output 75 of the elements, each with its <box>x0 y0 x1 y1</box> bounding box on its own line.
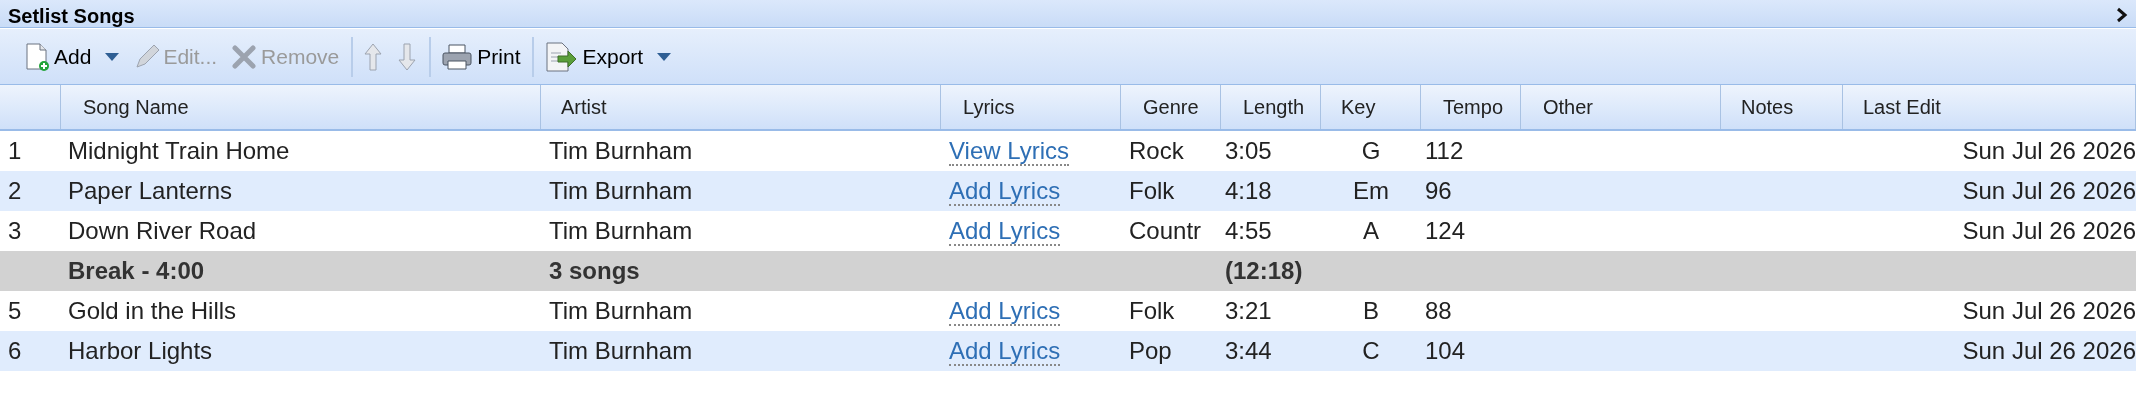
row-number: 6 <box>8 337 22 364</box>
column-header[interactable]: Tempo <box>1421 85 1521 129</box>
arrow-down-icon <box>397 41 418 72</box>
column-header[interactable]: Song Name <box>61 85 541 129</box>
table-cell: 4:55 <box>1225 217 1272 244</box>
table-cell: Folk <box>1129 177 1175 204</box>
printer-icon <box>441 42 474 71</box>
lyrics-link[interactable]: Add Lyrics <box>949 217 1061 246</box>
table-cell: Gold in the Hills <box>68 297 237 324</box>
table-cell: Break - 4:00 <box>68 257 205 284</box>
table-cell: C <box>1362 337 1380 364</box>
table-cell: Down River Road <box>68 217 257 244</box>
table-cell: Tim Burnham <box>549 217 693 244</box>
table-cell: Sun Jul 26 2026 <box>1962 137 2136 164</box>
table-cell: 96 <box>1425 177 1452 204</box>
table-cell: 124 <box>1425 217 1466 244</box>
song-row[interactable]: 2 Paper Lanterns Tim Burnham Add Lyrics Folk 4:18 Em 96 Sun Jul 26 2026 <box>0 171 2136 211</box>
row-number: 1 <box>8 137 22 164</box>
new-document-icon <box>24 41 50 72</box>
lyrics-link[interactable]: Add Lyrics <box>949 337 1061 366</box>
table-cell: Pop <box>1129 337 1172 364</box>
window-title: Setlist Songs <box>8 5 135 27</box>
table-cell: Paper Lanterns <box>68 177 233 204</box>
table-cell: 3 songs <box>549 257 640 284</box>
table-cell: Tim Burnham <box>549 177 693 204</box>
break-row[interactable]: Break - 4:00 3 songs (12:18) <box>0 251 2136 291</box>
table-cell: Harbor Lights <box>68 337 213 364</box>
pencil-icon <box>133 42 160 71</box>
table-cell: 3:21 <box>1225 297 1272 324</box>
column-header[interactable]: Genre <box>1121 85 1221 129</box>
song-row[interactable]: 6 Harbor Lights Tim Burnham Add Lyrics Pop 3:44 C 104 Sun Jul 26 2026 <box>0 331 2136 371</box>
table-cell: B <box>1363 297 1379 324</box>
lyrics-link[interactable]: Add Lyrics <box>949 177 1061 206</box>
document-export-icon <box>544 40 579 73</box>
row-number: 5 <box>8 297 22 324</box>
table-cell: 112 <box>1425 137 1464 164</box>
chevron-right-icon[interactable] <box>2116 7 2128 23</box>
table-cell: 4:18 <box>1225 177 1272 204</box>
export-button[interactable]: Export <box>540 36 676 77</box>
table-cell: G <box>1361 137 1381 164</box>
table-cell: Rock <box>1129 137 1184 164</box>
table-cell: Tim Burnham <box>549 297 693 324</box>
table-cell: Em <box>1353 177 1389 204</box>
table-cell: 3:44 <box>1225 337 1272 364</box>
column-header[interactable]: Length <box>1221 85 1321 129</box>
table-cell: Sun Jul 26 2026 <box>1962 177 2136 204</box>
caret-icon <box>657 52 672 61</box>
table-cell: Countr <box>1129 217 1202 244</box>
table-cell: Tim Burnham <box>549 337 693 364</box>
table-cell: 88 <box>1425 297 1452 324</box>
lyrics-link[interactable]: View Lyrics <box>949 137 1070 166</box>
column-header[interactable]: Artist <box>541 85 941 129</box>
add-button[interactable]: Add <box>20 36 124 77</box>
table-cell: (12:18) <box>1225 257 1303 284</box>
table-cell: A <box>1363 217 1379 244</box>
lyrics-link[interactable]: Add Lyrics <box>949 297 1061 326</box>
column-header[interactable]: Key <box>1321 85 1421 129</box>
close-icon <box>231 43 258 70</box>
row-number: 2 <box>8 177 22 204</box>
column-header[interactable]: Last Edit <box>1843 85 2136 129</box>
column-header[interactable]: Lyrics <box>941 85 1121 129</box>
column-header[interactable]: Notes <box>1721 85 1843 129</box>
table-cell: Midnight Train Home <box>68 137 290 164</box>
print-button[interactable]: Print <box>437 36 535 77</box>
table-cell: Folk <box>1129 297 1175 324</box>
table-cell: Sun Jul 26 2026 <box>1962 337 2136 364</box>
table-cell: 3:05 <box>1225 137 1272 164</box>
row-number: 3 <box>8 217 22 244</box>
arrow-up-icon <box>363 41 384 72</box>
table-cell: Tim Burnham <box>549 137 693 164</box>
column-header[interactable]: Other <box>1521 85 1721 129</box>
caret-icon <box>105 52 120 61</box>
table-cell: Sun Jul 26 2026 <box>1962 297 2136 324</box>
table-cell: Sun Jul 26 2026 <box>1962 217 2136 244</box>
table-cell: 104 <box>1425 337 1466 364</box>
